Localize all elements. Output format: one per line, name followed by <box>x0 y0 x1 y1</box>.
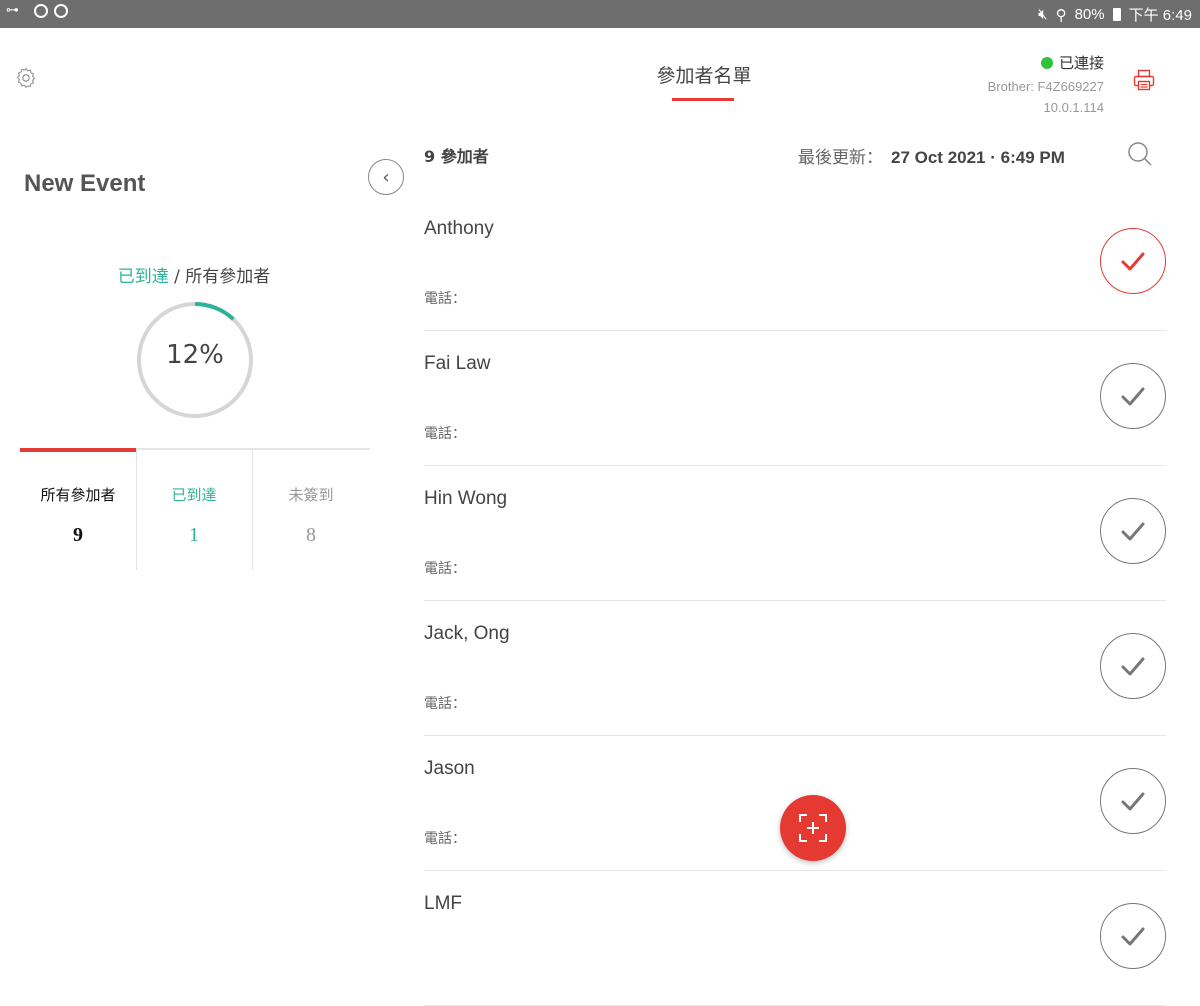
stat-value: 8 <box>306 524 316 546</box>
attendee-phone: 電話： <box>424 426 466 442</box>
checkmark-icon <box>1121 252 1145 271</box>
chevron-left-icon: ‹ <box>382 166 390 188</box>
last-updated: 最後更新： 27 Oct 2021 · 6:49 PM <box>798 143 1065 168</box>
attendance-ratio-label: 已到達 / 所有參加者 <box>0 262 388 287</box>
arrived-label: 已到達 <box>117 267 169 287</box>
printer-name: Brother: F4Z669227 <box>987 79 1104 94</box>
clock: 下午 6:49 <box>1128 7 1192 24</box>
checkmark-icon <box>1121 792 1145 811</box>
attendee-phone: 電話： <box>424 831 466 847</box>
collapse-panel-button[interactable]: ‹ <box>368 159 404 195</box>
checkmark-icon <box>1121 387 1145 406</box>
check-in-button[interactable] <box>1100 228 1166 294</box>
attendee-name: Fai Law <box>424 353 491 374</box>
vpn-icon <box>34 4 48 18</box>
checkmark-icon <box>1121 522 1145 541</box>
attendee-phone: 電話： <box>424 696 466 712</box>
attendee-count: 9 參加者 <box>424 147 489 166</box>
attendee-row[interactable]: Hin Wong 電話： <box>424 466 1166 601</box>
last-updated-label: 最後更新： <box>798 148 883 167</box>
search-icon[interactable] <box>1126 140 1154 168</box>
page-title[interactable]: 參加者名單 <box>604 61 804 88</box>
stat-label: 未簽到 <box>288 486 334 504</box>
printer-icon[interactable] <box>1132 68 1156 92</box>
printer-connection: 已連接 Brother: F4Z669227 10.0.1.114 <box>988 52 1104 115</box>
check-in-button[interactable] <box>1100 633 1166 699</box>
key-icon: ⊶ <box>6 3 19 18</box>
printer-ip: 10.0.1.114 <box>1043 100 1104 115</box>
attendee-row[interactable]: Jack, Ong 電話： <box>424 601 1166 736</box>
ratio-separator: / <box>168 267 186 287</box>
progress-percentage: 12% <box>166 340 224 370</box>
check-in-button[interactable] <box>1100 363 1166 429</box>
attendee-name: Anthony <box>424 218 494 239</box>
stat-all-attendees[interactable]: 所有參加者 9 <box>20 448 137 570</box>
event-title: New Event <box>24 170 146 197</box>
title-underline <box>672 98 734 101</box>
attendee-name: Jack, Ong <box>424 623 510 644</box>
status-bar: ⊶ 🔇︎ ⚲ 80% 下午 6:49 <box>0 0 1200 28</box>
stat-value: 9 <box>73 524 83 546</box>
minus-circle-icon <box>54 4 68 18</box>
status-icons-right: 🔇︎ ⚲ 80% 下午 6:49 <box>1038 4 1192 25</box>
signal-icon: ⚲ <box>1055 6 1067 24</box>
all-attendees-label: 所有參加者 <box>185 267 271 287</box>
status-icons-left: ⊶ <box>6 4 68 18</box>
attendance-stats: 所有參加者 9 已到達 1 未簽到 8 <box>20 448 370 570</box>
stat-label: 所有參加者 <box>40 486 116 504</box>
attendee-name: LMF <box>424 893 462 914</box>
battery-level: 80% <box>1074 6 1105 23</box>
attendee-phone: 電話： <box>424 561 466 577</box>
last-updated-value: 27 Oct 2021 · 6:49 PM <box>891 148 1065 167</box>
active-tab-indicator <box>20 448 136 452</box>
check-in-button[interactable] <box>1100 498 1166 564</box>
battery-icon <box>1112 8 1121 21</box>
mute-icon: 🔇︎ <box>1038 6 1048 23</box>
attendee-list: Anthony 電話： Fai Law 電話： Hin Wong 電話： Jack, Ong… <box>424 196 1166 1006</box>
stat-value: 1 <box>189 524 199 546</box>
attendee-name: Hin Wong <box>424 488 508 509</box>
check-in-button[interactable] <box>1100 903 1166 969</box>
connection-status: 已連接 <box>988 52 1104 73</box>
attendee-row[interactable]: LMF <box>424 871 1166 1006</box>
attendee-row[interactable]: Anthony 電話： <box>424 196 1166 331</box>
attendee-name: Jason <box>424 758 475 779</box>
stat-not-checked-in[interactable]: 未簽到 8 <box>253 448 369 570</box>
checkmark-icon <box>1121 927 1145 946</box>
checkmark-icon <box>1121 657 1145 676</box>
check-in-button[interactable] <box>1100 768 1166 834</box>
stat-arrived[interactable]: 已到達 1 <box>136 448 253 570</box>
connected-dot-icon <box>1040 56 1053 69</box>
stat-label: 已到達 <box>171 486 217 504</box>
connection-status-text: 已連接 <box>1058 55 1104 72</box>
scan-add-icon <box>799 814 827 842</box>
attendee-row[interactable]: Fai Law 電話： <box>424 331 1166 466</box>
attendee-phone: 電話： <box>424 291 466 307</box>
scan-qr-button[interactable] <box>780 795 846 861</box>
gear-icon[interactable] <box>14 66 38 90</box>
